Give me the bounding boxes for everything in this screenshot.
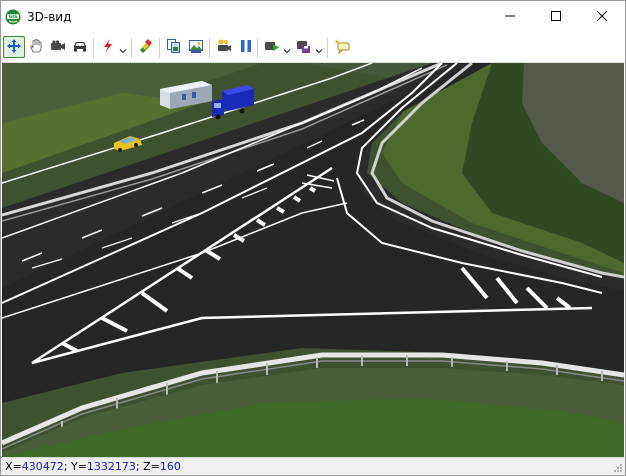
close-button[interactable] [579,1,625,33]
x-coordinate-value: 430472 [21,460,64,473]
title-bar: GIS 3D-вид [1,1,625,33]
3d-viewport[interactable] [2,63,624,457]
pause-icon [238,38,254,57]
y-coordinate-value: 1332173 [86,460,136,473]
z-coordinate-value: 160 [159,460,181,473]
toolbar-separator [257,38,258,58]
3d-view-window: GIS 3D-вид X=430472; Y=1332173; Z=160 [0,0,626,476]
effects-button[interactable] [97,36,119,58]
maximize-icon [551,10,561,24]
layers-icon [138,38,154,57]
lightning-icon [100,38,116,57]
toolbar-separator [93,38,94,58]
gis-globe-icon: GIS [5,9,21,25]
toolbar-separator [131,38,132,58]
comment-button[interactable] [331,36,353,58]
copy-icon [166,38,182,57]
move-arrows-icon [6,38,22,57]
toolbar-separator [209,38,210,58]
car-view-button[interactable] [69,36,91,58]
video-camera-icon [50,38,66,57]
layers-button[interactable] [135,36,157,58]
play-recording-button[interactable] [261,36,283,58]
minimize-icon [505,10,515,24]
z-coordinate-label: ; Z= [135,460,160,473]
chevron-down-icon[interactable] [315,44,323,54]
resize-grip-icon[interactable] [613,463,623,473]
car-icon [72,38,88,57]
toolbar [1,33,625,63]
y-coordinate-label: ; Y= [63,460,87,473]
save-recording-button[interactable] [293,36,315,58]
minimize-button[interactable] [487,1,533,33]
hand-icon [28,38,44,57]
callout-icon [334,38,350,57]
coordinates-readout: X=430472; Y=1332173; Z=160 [5,460,181,473]
chevron-down-icon[interactable] [283,44,291,54]
window-title: 3D-вид [27,10,72,24]
3d-scene [2,63,624,457]
x-coordinate-label: X= [5,460,22,473]
copy-view-button[interactable] [163,36,185,58]
status-bar: X=430472; Y=1332173; Z=160 [1,457,625,475]
picture-icon [188,38,204,57]
move-tool-button[interactable] [3,36,25,58]
export-image-button[interactable] [185,36,207,58]
close-icon [596,10,608,24]
film-play-icon [264,38,280,57]
record-camera-icon [216,38,232,57]
toolbar-separator [159,38,160,58]
film-save-icon [296,38,312,57]
chevron-down-icon[interactable] [119,44,127,54]
toolbar-separator [327,38,328,58]
camera-button[interactable] [47,36,69,58]
maximize-button[interactable] [533,1,579,33]
pan-hand-button[interactable] [25,36,47,58]
record-button[interactable] [213,36,235,58]
pause-button[interactable] [235,36,257,58]
svg-text:GIS: GIS [9,14,18,20]
